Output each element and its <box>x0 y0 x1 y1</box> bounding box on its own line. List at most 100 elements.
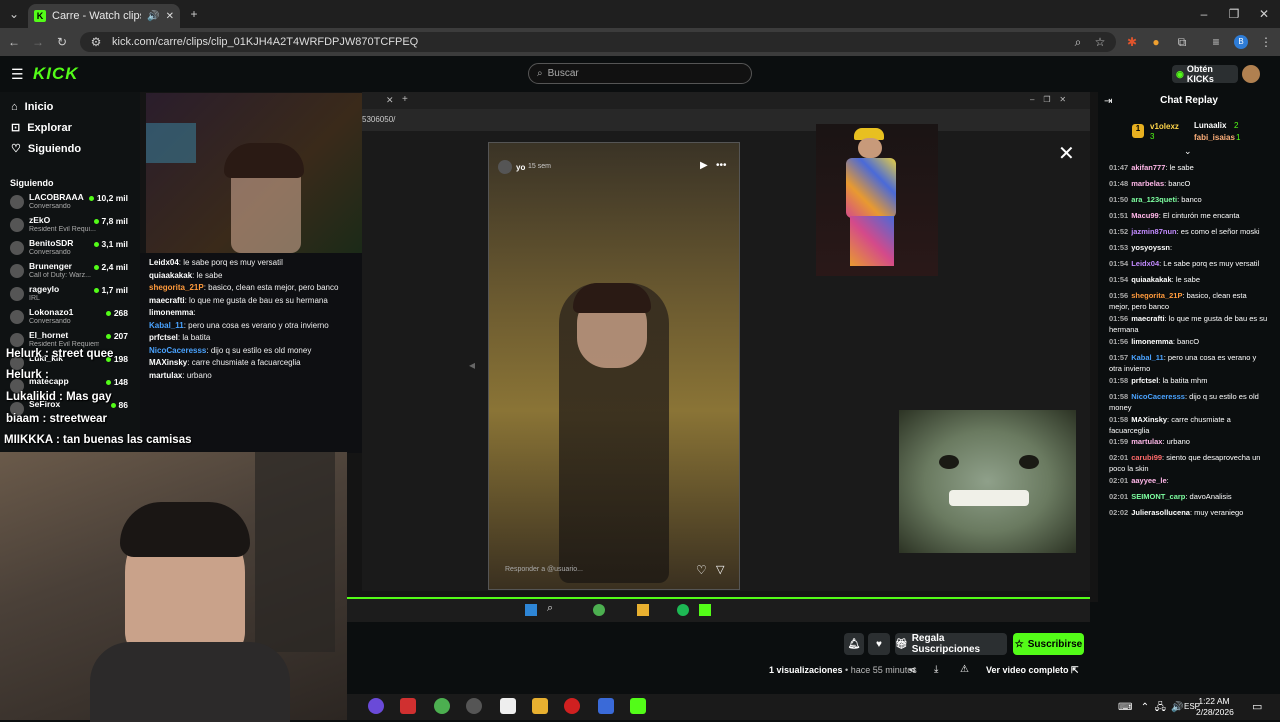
menu-icon[interactable]: ⋮ <box>1258 34 1274 50</box>
chat-user[interactable]: aayyee_le <box>1131 476 1166 485</box>
chat-user[interactable]: quiaakakak <box>1131 275 1171 284</box>
channel-category: Resident Evil Requiem <box>29 341 99 348</box>
nav-following[interactable]: ♡ Siguiendo <box>0 138 140 159</box>
taskbar-clock[interactable]: 1:22 AM 2/28/2026 <box>1196 696 1234 718</box>
new-tab-button[interactable]: + <box>186 6 202 22</box>
chat-user[interactable]: maecrafti <box>1131 314 1164 323</box>
download-icon[interactable]: ⤓ <box>934 664 938 675</box>
story-time: 15 sem <box>528 163 551 170</box>
get-kicks-button[interactable]: ◉ Obtén KICKs <box>1172 64 1238 84</box>
chat-user[interactable]: jazmin87nun <box>1131 227 1176 236</box>
overlay-chat-user: Helurk <box>6 369 42 381</box>
restore-icon[interactable]: ❐ <box>1226 6 1242 22</box>
gift-subs-button[interactable]: 🎁︎ Regala Suscripciones <box>895 633 1007 655</box>
system-tray-icons[interactable]: ⌨ ⌃ 🖧 🔊 <box>1118 700 1184 717</box>
close-tab-icon[interactable]: ✕ <box>166 11 174 22</box>
speaker-icon[interactable]: 🔊 <box>147 11 159 22</box>
file-explorer-icon[interactable] <box>532 698 548 714</box>
chat-text: El cinturón me encanta <box>1162 211 1240 220</box>
chat-user[interactable]: Leidx04 <box>1131 259 1159 268</box>
channel-name: Lokonazo1 <box>29 307 74 317</box>
chat-user[interactable]: NicoCaceresss <box>1131 392 1185 401</box>
streamer-webcam-top <box>146 93 362 253</box>
extension-icon-2[interactable]: ● <box>1148 34 1164 50</box>
chat-user[interactable]: Julierasollucena <box>1131 508 1190 517</box>
subscribe-label: Suscribirse <box>1027 638 1083 650</box>
chat-user[interactable]: Kabal_11 <box>1131 353 1164 362</box>
overlay-chat-text: streetwear <box>49 413 108 425</box>
following-channel[interactable]: rageylo IRL 1,7 mil <box>0 284 140 306</box>
chat-user[interactable]: limonemma <box>1131 337 1173 346</box>
chat-time: 01:48 <box>1109 179 1129 188</box>
chat-user[interactable]: Macu99 <box>1131 211 1159 220</box>
reading-list-icon[interactable]: ≡ <box>1208 34 1224 50</box>
chat-user[interactable]: yosyoyssn <box>1131 243 1170 252</box>
share-icon[interactable]: ⋖ <box>908 665 916 676</box>
expand-gifters-icon[interactable]: ⌄ <box>1184 146 1192 157</box>
overlay-chat-user: biaam <box>6 413 40 425</box>
stream-chat-user: NicoCaceresss <box>149 345 207 355</box>
chat-user[interactable]: ara_123queti <box>1131 195 1177 204</box>
bookmark-star-icon[interactable]: ☆ <box>1092 34 1108 50</box>
subscribe-button[interactable]: ☆ Suscribirse <box>1013 633 1084 655</box>
following-channel[interactable]: BenitoSDR Conversando 3,1 mil <box>0 238 140 260</box>
chrome-icon[interactable] <box>434 698 450 714</box>
chat-user[interactable]: shegorita_21P <box>1131 291 1182 300</box>
overlay-chat-text: street quee <box>52 348 114 360</box>
chat-user[interactable]: prfctsel <box>1131 376 1158 385</box>
nav-explore[interactable]: ⊡ Explorar <box>0 117 140 138</box>
obs-icon[interactable] <box>466 698 482 714</box>
zoom-icon[interactable]: ⌕ <box>1070 34 1086 50</box>
following-channel[interactable]: LACOBRAAA Conversando 10,2 mil <box>0 192 140 214</box>
app-icon-white[interactable] <box>500 698 516 714</box>
search-placeholder: Buscar <box>547 68 579 79</box>
chat-user[interactable]: marbelas <box>1131 179 1164 188</box>
close-window-icon[interactable]: ✕ <box>1256 6 1272 22</box>
opera-icon[interactable] <box>564 698 580 714</box>
inner-folder-icon <box>637 604 649 616</box>
chat-time: 01:57 <box>1109 353 1129 362</box>
back-icon[interactable]: ← <box>6 34 22 50</box>
time-ago: hace 55 minutos <box>850 665 917 675</box>
notification-bell-button[interactable]: 🔔︎ <box>844 633 864 655</box>
app-icon-red[interactable] <box>400 698 416 714</box>
browser-tab[interactable]: K Carre - Watch clips on Kick 🔊 ✕ <box>28 4 180 28</box>
following-channel[interactable]: Lokonazo1 Conversando 268 <box>0 307 140 329</box>
nav-home[interactable]: ⌂ Inicio <box>0 96 140 117</box>
channel-category: Conversando <box>29 249 71 256</box>
user-avatar[interactable] <box>1242 65 1260 83</box>
follow-heart-button[interactable]: ♥ <box>868 633 890 655</box>
full-video-link[interactable]: Ver video completo ⇱ <box>986 665 1079 676</box>
chat-text: banco <box>1181 195 1202 204</box>
report-icon[interactable]: ⚠ <box>960 664 969 675</box>
channel-category: Conversando <box>29 318 71 325</box>
address-bar[interactable]: ⚙ kick.com/carre/clips/clip_01KJH4A2T4WR… <box>80 32 1116 52</box>
following-channel[interactable]: zEkO Resident Evil Requi... 7,8 mil <box>0 215 140 237</box>
notifications-icon[interactable]: ▭ <box>1252 700 1262 713</box>
kick-app-icon[interactable] <box>630 698 646 714</box>
chat-message: 01:57 Kabal_11: pero una cosa es verano y… <box>1109 353 1257 373</box>
following-channel[interactable]: Brunenger Call of Duty: Warz... 2,4 mil <box>0 261 140 283</box>
chat-user[interactable]: MAXinsky <box>1131 415 1167 424</box>
kick-logo[interactable]: KICK <box>33 64 79 84</box>
app-icon-blue[interactable] <box>598 698 614 714</box>
channel-viewers: 3,1 mil <box>94 239 128 249</box>
search-input[interactable]: ⌕ Buscar <box>528 63 752 84</box>
tab-search-icon[interactable]: ⌄ <box>6 6 22 22</box>
forward-icon[interactable]: → <box>30 34 46 50</box>
chat-text: muy veraniego <box>1194 508 1244 517</box>
chat-user[interactable]: akifan777 <box>1131 163 1165 172</box>
extension-icon[interactable]: ✱ <box>1124 34 1140 50</box>
chat-time: 02:01 <box>1109 453 1129 462</box>
extensions-puzzle-icon[interactable]: ⧉ <box>1174 34 1190 50</box>
chat-user[interactable]: martulax <box>1131 437 1162 446</box>
minimize-icon[interactable]: – <box>1196 6 1212 22</box>
chat-user[interactable]: SEIMONT_carp <box>1131 492 1185 501</box>
chat-message: 01:53 yosyoyssn: <box>1109 243 1173 252</box>
chat-user[interactable]: carubi99 <box>1131 453 1162 462</box>
site-info-icon[interactable]: ⚙ <box>88 34 104 50</box>
reload-icon[interactable]: ↻ <box>54 34 70 50</box>
hamburger-menu-icon[interactable]: ☰ <box>11 66 24 83</box>
discord-icon[interactable] <box>368 698 384 714</box>
profile-avatar[interactable]: B <box>1234 35 1248 49</box>
